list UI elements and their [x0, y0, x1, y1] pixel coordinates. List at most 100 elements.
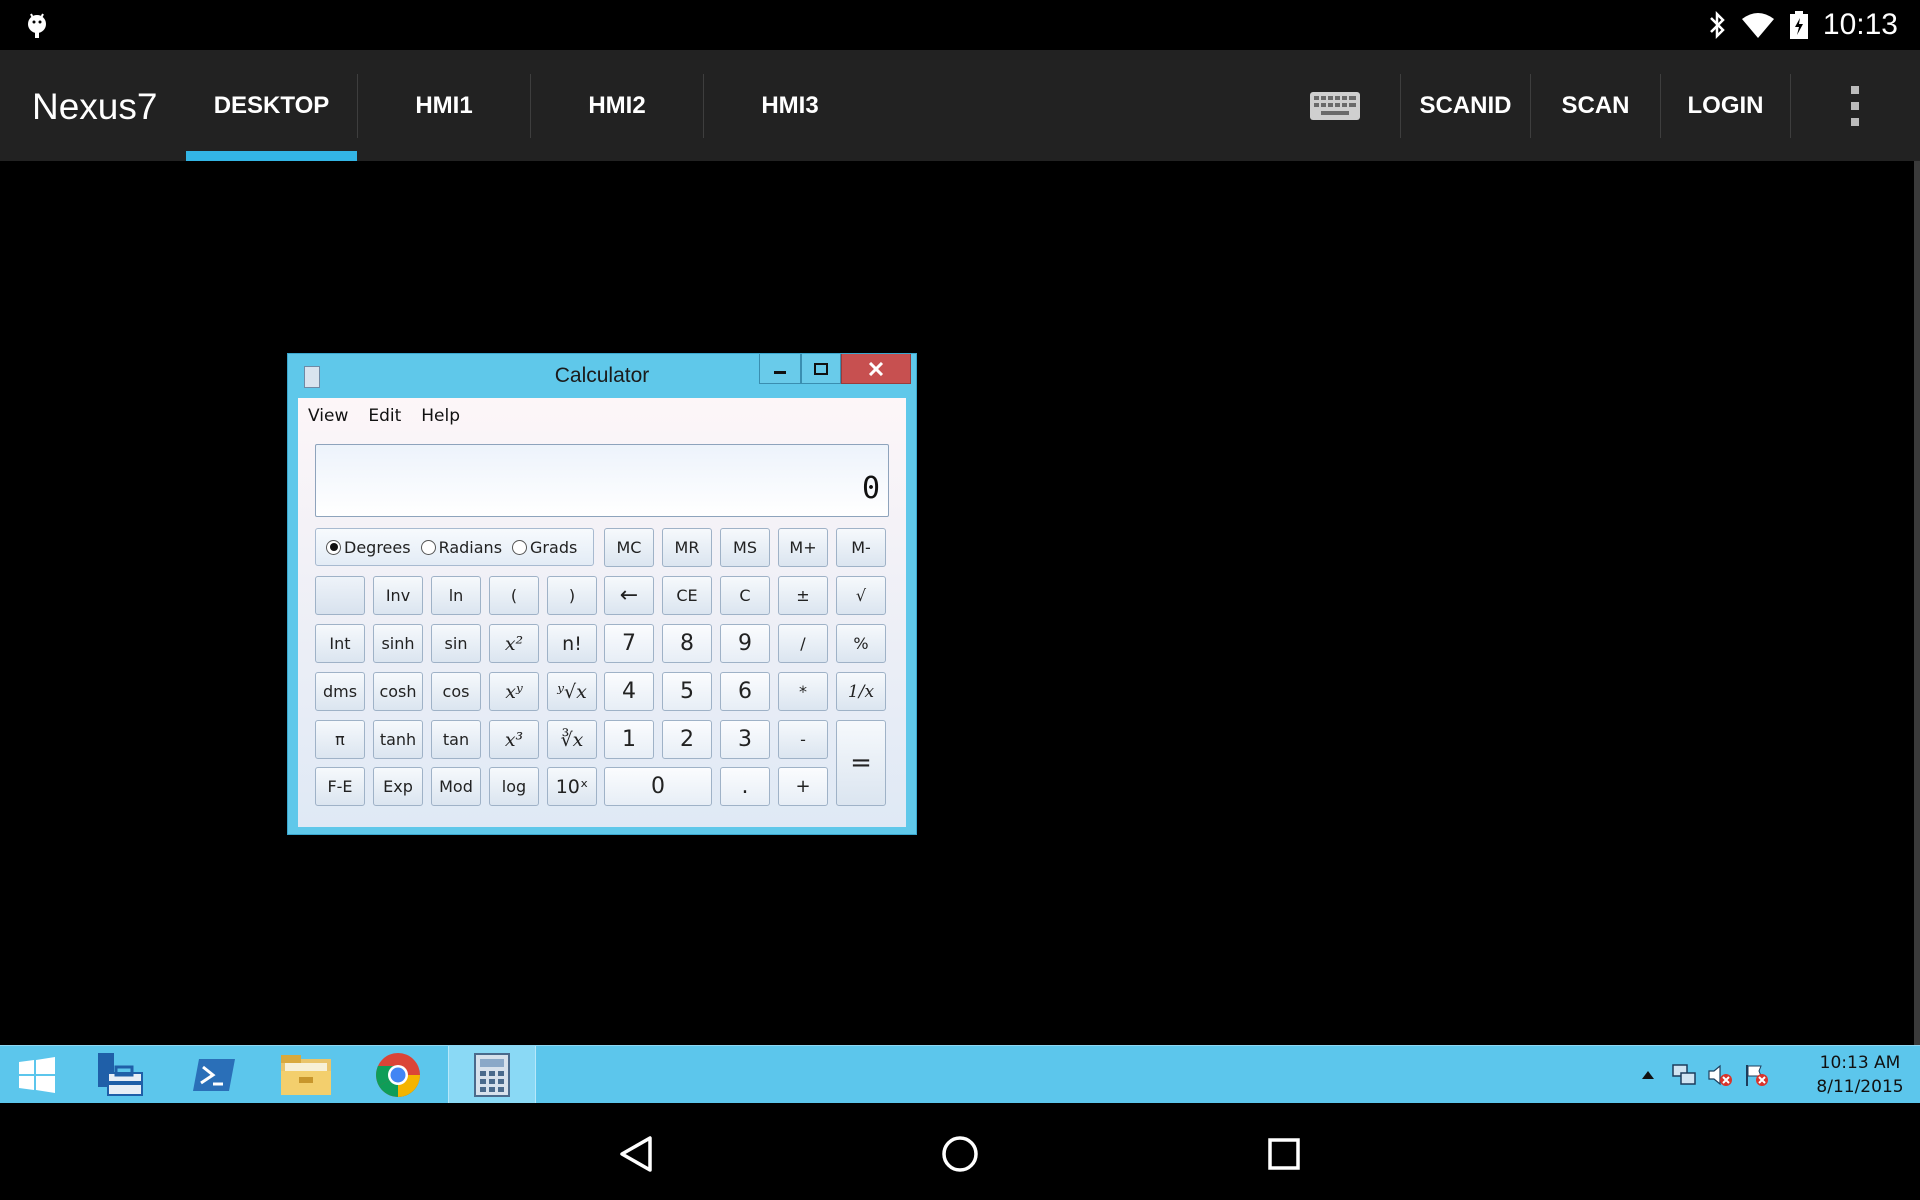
start-button[interactable]	[0, 1046, 74, 1104]
key-decimal[interactable]: .	[720, 767, 770, 806]
key-pi[interactable]: π	[315, 720, 365, 759]
login-label: LOGIN	[1687, 91, 1764, 119]
key-subtract[interactable]: -	[778, 720, 828, 759]
taskbar-powershell[interactable]	[172, 1046, 256, 1104]
key-0[interactable]: 0	[604, 767, 712, 806]
angle-mode-group: Degrees Radians Grads	[315, 528, 594, 566]
key-cos[interactable]: cos	[431, 672, 481, 711]
chrome-icon	[376, 1053, 420, 1097]
home-icon	[942, 1136, 978, 1172]
scanid-button[interactable]: SCANID	[1401, 50, 1530, 161]
nav-recents-button[interactable]	[1249, 1119, 1319, 1189]
key-add[interactable]: +	[778, 767, 828, 806]
key-2[interactable]: 2	[662, 720, 712, 759]
overflow-menu-button[interactable]	[1825, 50, 1885, 161]
taskbar-calculator[interactable]	[448, 1046, 536, 1104]
key-mc[interactable]: MC	[604, 528, 654, 567]
nav-back-button[interactable]	[601, 1119, 671, 1189]
key-x-power-y[interactable]: xʸ	[489, 672, 539, 711]
key-m-plus[interactable]: M+	[778, 528, 828, 567]
radio-radians[interactable]: Radians	[420, 538, 502, 557]
key-4[interactable]: 4	[604, 672, 654, 711]
scan-button[interactable]: SCAN	[1531, 50, 1660, 161]
taskbar-chrome[interactable]	[356, 1046, 440, 1104]
scrollbar[interactable]	[1914, 161, 1920, 1045]
key-divide[interactable]: /	[778, 624, 828, 663]
key-c[interactable]: C	[720, 576, 770, 615]
taskbar-file-explorer[interactable]	[264, 1046, 348, 1104]
key-3[interactable]: 3	[720, 720, 770, 759]
radio-indicator	[512, 539, 528, 555]
minimize-icon	[774, 370, 786, 374]
key-m-minus[interactable]: M-	[836, 528, 886, 567]
key-ce[interactable]: CE	[662, 576, 712, 615]
keyboard-button[interactable]	[1300, 50, 1370, 161]
menu-help[interactable]: Help	[411, 406, 470, 426]
key-sinh[interactable]: sinh	[373, 624, 423, 663]
maximize-button[interactable]	[801, 354, 841, 384]
radio-indicator	[326, 539, 341, 555]
key-inv[interactable]: Inv	[373, 576, 423, 615]
key-plus-minus[interactable]: ±	[778, 576, 828, 615]
tab-hmi2[interactable]: HMI2	[531, 50, 703, 161]
calculator-title-bar[interactable]: Calculator	[288, 354, 916, 396]
key-mod[interactable]: Mod	[431, 767, 481, 806]
menu-view[interactable]: View	[298, 406, 358, 426]
menu-edit[interactable]: Edit	[358, 406, 411, 426]
key-ten-power-x[interactable]: 10ˣ	[547, 767, 597, 806]
key-8[interactable]: 8	[662, 624, 712, 663]
calculator-window[interactable]: Calculator View Edit Help 0 Degrees Radi…	[287, 353, 917, 835]
taskbar-clock[interactable]: 10:13 AM 8/11/2015	[1800, 1051, 1920, 1099]
key-log[interactable]: log	[489, 767, 539, 806]
key-tanh[interactable]: tanh	[373, 720, 423, 759]
key-cosh[interactable]: cosh	[373, 672, 423, 711]
tray-expand-button[interactable]	[1634, 1061, 1662, 1089]
calculator-icon	[474, 1053, 510, 1097]
close-button[interactable]	[841, 354, 911, 384]
key-mr[interactable]: MR	[662, 528, 712, 567]
key-exp[interactable]: Exp	[373, 767, 423, 806]
key-factorial[interactable]: n!	[547, 624, 597, 663]
radio-degrees[interactable]: Degrees	[326, 538, 411, 557]
tab-hmi3[interactable]: HMI3	[704, 50, 876, 161]
key-close-paren[interactable]: )	[547, 576, 597, 615]
login-button[interactable]: LOGIN	[1661, 50, 1790, 161]
key-multiply[interactable]: *	[778, 672, 828, 711]
key-reciprocal[interactable]: 1/x	[836, 672, 886, 711]
tray-network[interactable]	[1670, 1061, 1698, 1089]
key-6[interactable]: 6	[720, 672, 770, 711]
tab-label: HMI3	[761, 91, 819, 119]
key-x-squared[interactable]: x²	[489, 624, 539, 663]
key-open-paren[interactable]: (	[489, 576, 539, 615]
key-sqrt[interactable]: √	[836, 576, 886, 615]
key-x-cubed[interactable]: x³	[489, 720, 539, 759]
key-5[interactable]: 5	[662, 672, 712, 711]
key-1[interactable]: 1	[604, 720, 654, 759]
taskbar-server-manager[interactable]	[78, 1046, 162, 1104]
key-percent[interactable]: %	[836, 624, 886, 663]
tray-action-center[interactable]	[1742, 1061, 1770, 1089]
radio-grads[interactable]: Grads	[512, 538, 577, 557]
minimize-button[interactable]	[759, 354, 801, 384]
nav-home-button[interactable]	[925, 1119, 995, 1189]
tab-hmi1[interactable]: HMI1	[358, 50, 530, 161]
key-ms[interactable]: MS	[720, 528, 770, 567]
tab-desktop[interactable]: DESKTOP	[186, 50, 357, 161]
tray-volume[interactable]	[1706, 1061, 1734, 1089]
key-f-e[interactable]: F-E	[315, 767, 365, 806]
menu-bar: View Edit Help	[298, 398, 470, 434]
key-cube-root[interactable]: ∛x	[547, 720, 597, 759]
key-ln[interactable]: ln	[431, 576, 481, 615]
key-backspace[interactable]: ←	[604, 576, 654, 615]
key-7[interactable]: 7	[604, 624, 654, 663]
clock-date: 8/11/2015	[1816, 1077, 1904, 1097]
key-dms[interactable]: dms	[315, 672, 365, 711]
key-9[interactable]: 9	[720, 624, 770, 663]
key-tan[interactable]: tan	[431, 720, 481, 759]
key-blank[interactable]	[315, 576, 365, 615]
key-sin[interactable]: sin	[431, 624, 481, 663]
key-y-root-x[interactable]: ʸ√x	[547, 672, 597, 711]
key-int[interactable]: Int	[315, 624, 365, 663]
key-equals[interactable]: =	[836, 720, 886, 806]
radio-label: Degrees	[344, 537, 411, 557]
